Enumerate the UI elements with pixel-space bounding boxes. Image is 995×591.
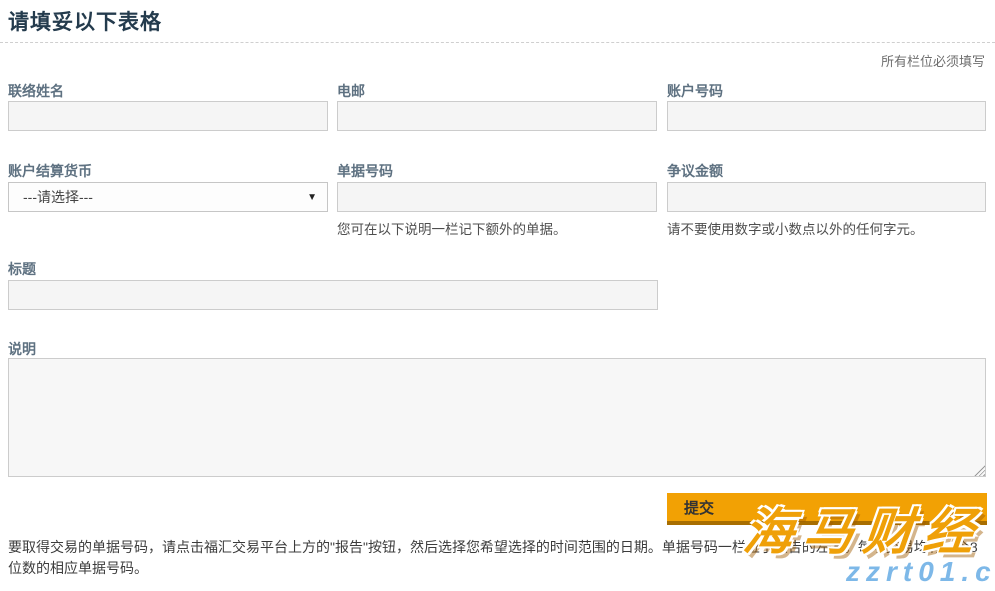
chevron-down-icon: ▼ — [307, 192, 317, 203]
email-label: 电邮 — [337, 81, 657, 101]
description-textarea[interactable] — [8, 358, 986, 477]
ticket-number-label: 单据号码 — [337, 161, 657, 181]
required-fields-note: 所有栏位必须填写 — [881, 51, 985, 70]
description-label: 说明 — [8, 339, 328, 359]
account-number-label: 账户号码 — [667, 81, 986, 101]
ticket-number-input[interactable] — [337, 182, 657, 212]
dispute-amount-label: 争议金额 — [667, 161, 986, 181]
contact-name-input[interactable] — [8, 101, 328, 131]
dispute-amount-input[interactable] — [667, 182, 986, 212]
footer-instructions: 要取得交易的单据号码，请点击福汇交易平台上方的"报告"按钮，然后选择您希望选择的… — [8, 537, 986, 579]
subject-input[interactable] — [8, 280, 658, 310]
title-divider — [0, 42, 995, 43]
dispute-amount-hint: 请不要使用数字或小数点以外的任何字元。 — [667, 218, 986, 238]
form-page: 请填妥以下表格 所有栏位必须填写 联络姓名 电邮 账户号码 账户结算货币 单据号… — [0, 0, 995, 591]
contact-name-label: 联络姓名 — [8, 81, 328, 101]
ticket-number-hint: 您可在以下说明一栏记下额外的单据。 — [337, 218, 657, 238]
page-title: 请填妥以下表格 — [8, 6, 162, 36]
account-currency-select[interactable]: ---请选择--- ▼ — [8, 182, 328, 212]
subject-label: 标题 — [8, 259, 328, 279]
email-input[interactable] — [337, 101, 657, 131]
account-currency-selected-value: ---请选择--- — [23, 187, 93, 207]
account-number-input[interactable] — [667, 101, 986, 131]
submit-button[interactable]: 提交 — [667, 493, 987, 525]
account-currency-label: 账户结算货币 — [8, 161, 328, 181]
